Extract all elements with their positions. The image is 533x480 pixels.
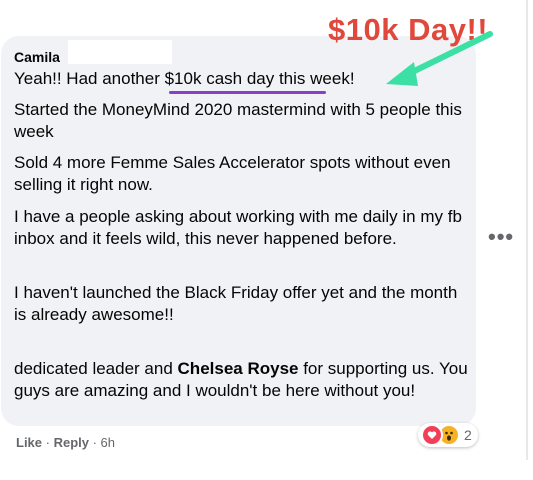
more-options-icon[interactable]: ••• — [488, 224, 514, 250]
comment-actions: Like · Reply · 6h — [16, 435, 115, 450]
comment-paragraph-3: Sold 4 more Femme Sales Accelerator spot… — [14, 153, 451, 194]
comment-paragraph-5: I haven't launched the Black Friday offe… — [14, 283, 458, 324]
closing-text-before: dedicated leader and — [14, 359, 178, 378]
mention-link[interactable]: Chelsea Royse — [178, 359, 299, 378]
heart-icon — [421, 424, 443, 446]
name-redaction — [68, 40, 172, 64]
comment-closing-paragraph: dedicated leader and Chelsea Royse for s… — [14, 358, 469, 402]
comment-paragraph-2: Started the MoneyMind 2020 mastermind wi… — [14, 100, 462, 141]
reply-button[interactable]: Reply — [54, 435, 89, 450]
reactions-summary[interactable]: 2 — [418, 423, 478, 447]
annotation-arrow-icon — [386, 31, 493, 86]
comment-author[interactable]: Camila — [14, 49, 60, 65]
actions-separator-1: · — [42, 435, 54, 450]
body-redaction — [14, 330, 439, 352]
feed-divider — [526, 0, 528, 460]
comment-timestamp[interactable]: 6h — [101, 435, 115, 450]
highlight-underline — [169, 91, 326, 94]
comment-paragraph-4: I have a people asking about working wit… — [14, 207, 462, 248]
reaction-count: 2 — [464, 427, 472, 443]
like-button[interactable]: Like — [16, 435, 42, 450]
actions-separator-2: · — [88, 435, 101, 450]
